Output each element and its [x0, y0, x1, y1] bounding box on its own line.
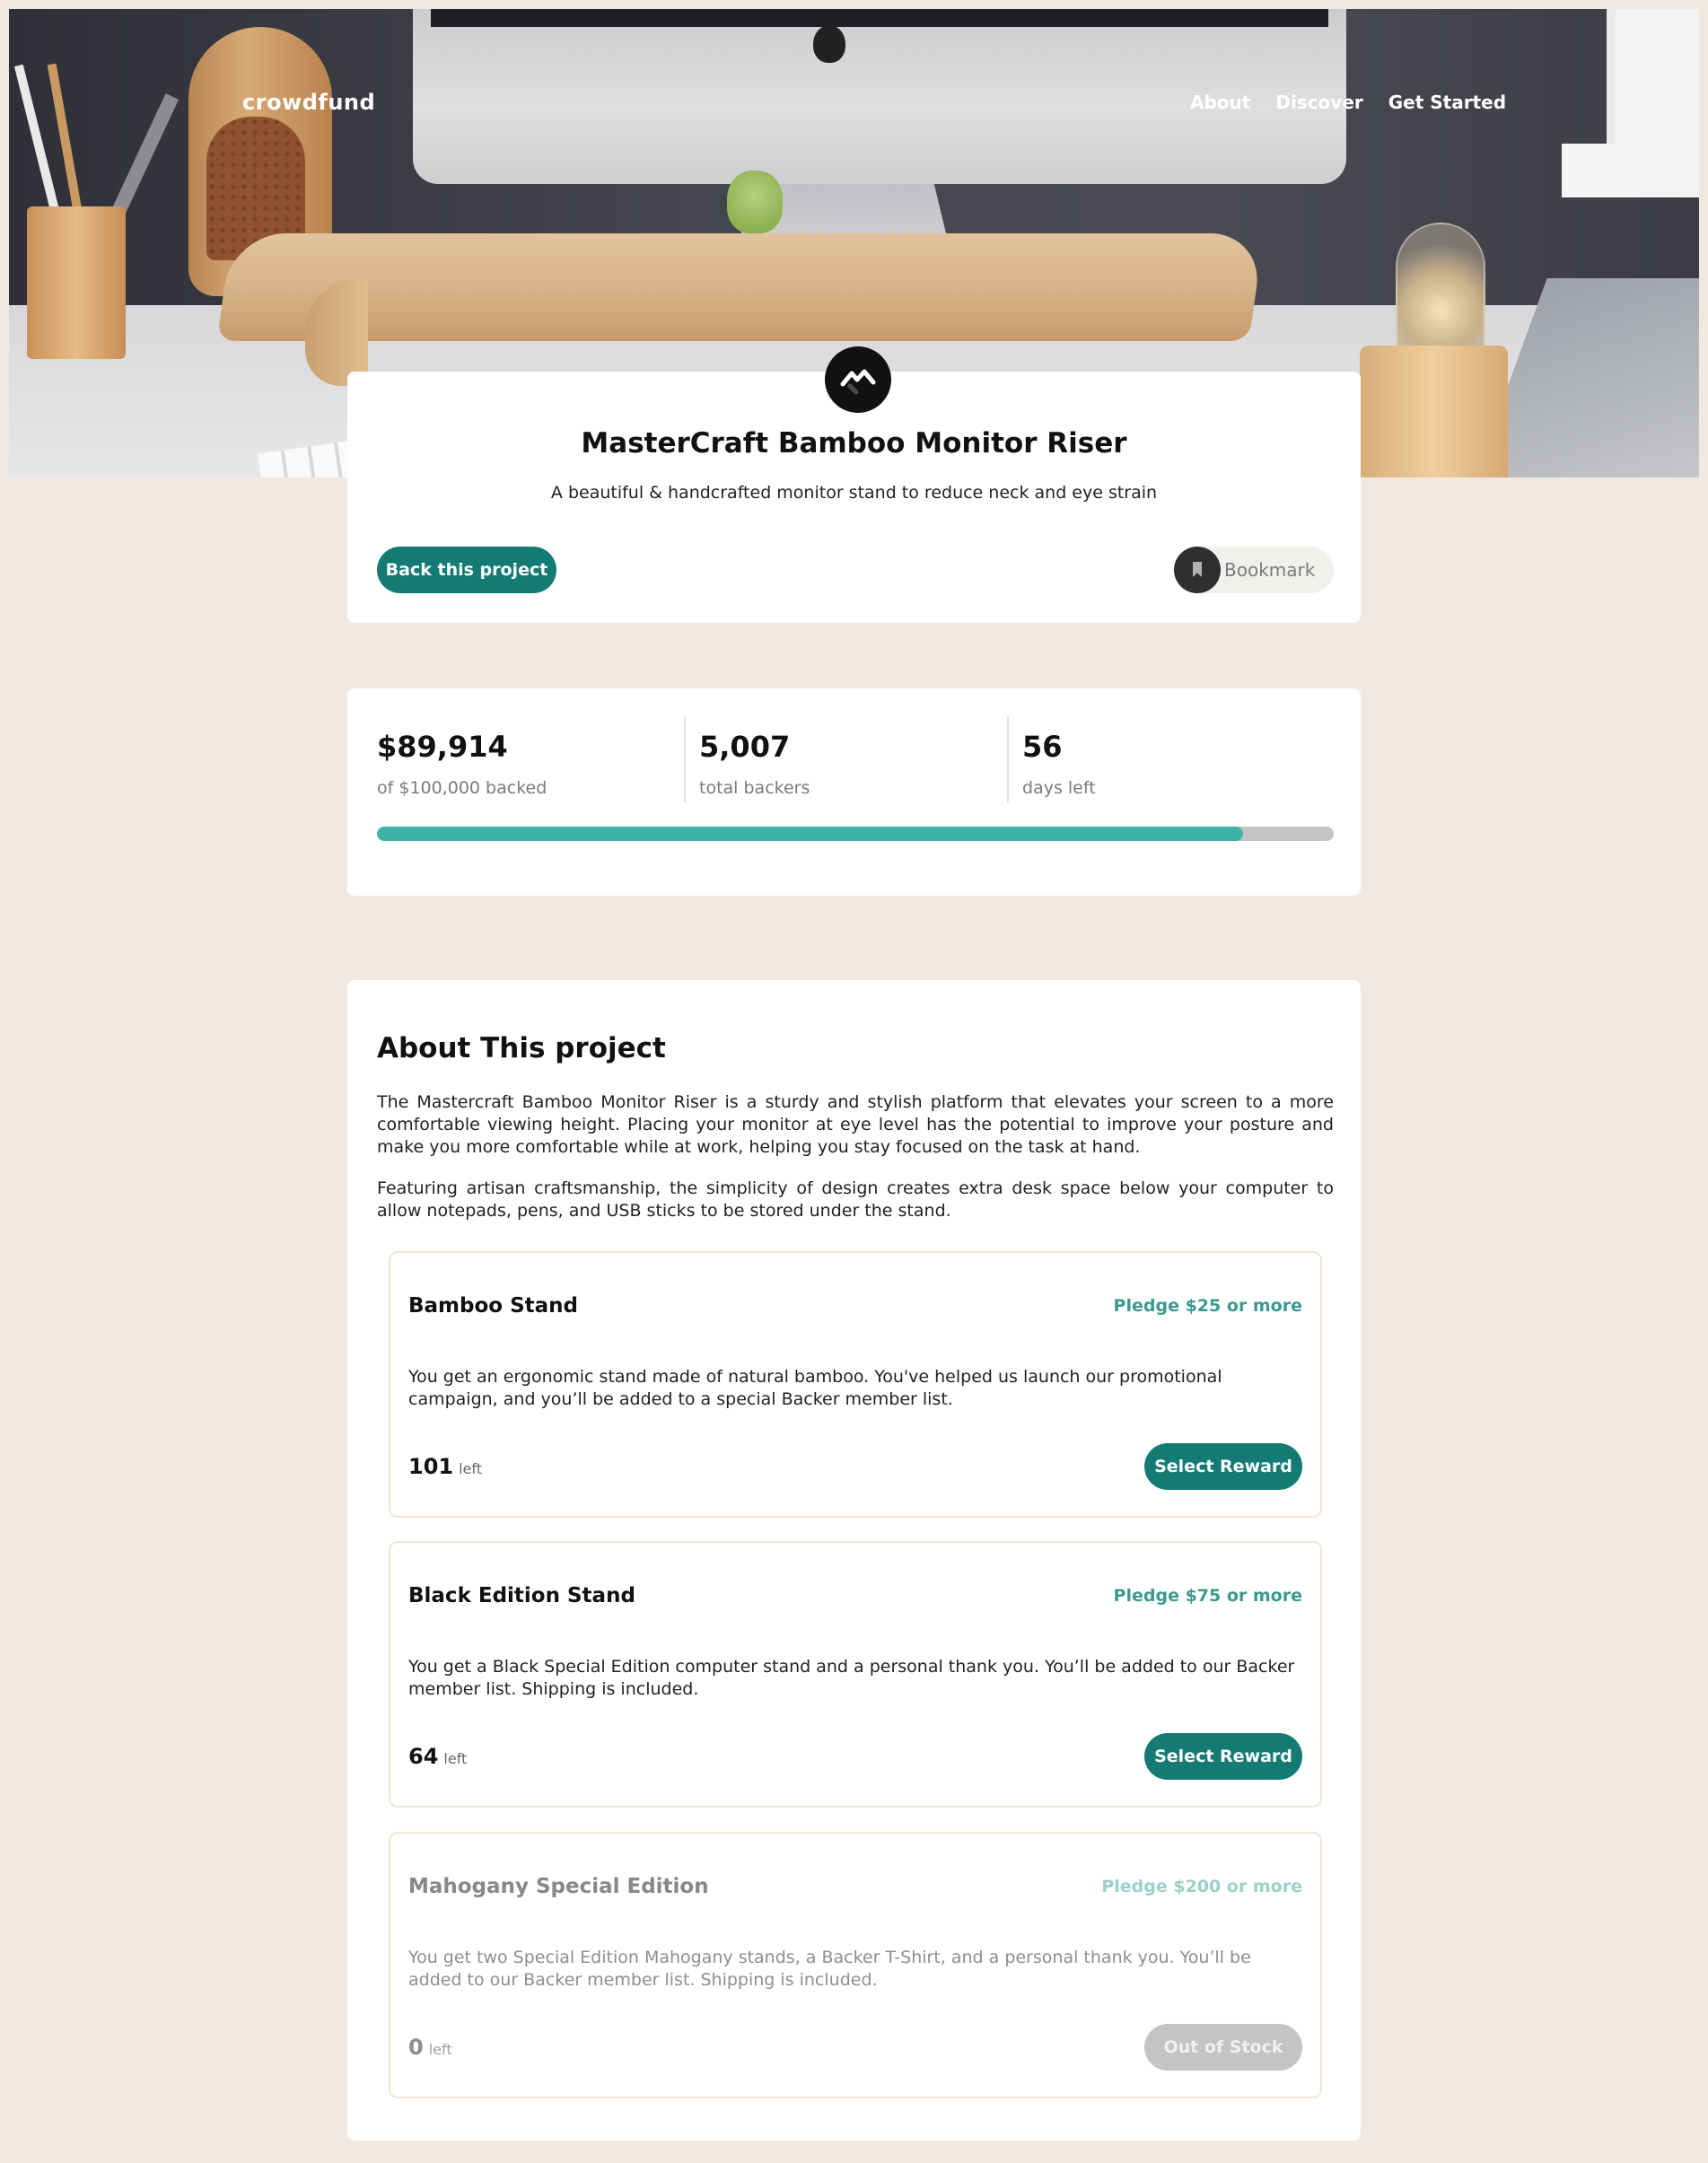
reward-card-bamboo: Bamboo Stand Pledge $25 or more You get …	[389, 1251, 1322, 1518]
select-reward-button[interactable]: Select Reward	[1144, 1443, 1302, 1490]
stat-divider	[684, 717, 686, 802]
out-of-stock-button: Out of Stock	[1144, 2024, 1302, 2071]
apple-logo-icon	[813, 25, 845, 63]
bookmark-icon	[1174, 547, 1221, 593]
reward-name: Bamboo Stand	[408, 1294, 579, 1318]
about-card: About This project The Mastercraft Bambo…	[347, 980, 1361, 2141]
reward-stock: 64 left	[408, 1744, 467, 1769]
days-count: 56	[1022, 730, 1063, 764]
reward-stock-count: 0	[408, 2035, 424, 2060]
hero-lamp-base	[1360, 346, 1508, 477]
reward-stock-label: left	[443, 1750, 468, 1767]
hero-pencup	[27, 206, 126, 359]
funding-progress-bar	[377, 827, 1334, 841]
stat-divider	[1007, 717, 1009, 802]
hero-riser	[216, 233, 1265, 341]
reward-stock: 101 left	[408, 1454, 482, 1479]
bookmark-button[interactable]: Bookmark	[1174, 547, 1334, 593]
bookmark-label: Bookmark	[1224, 559, 1316, 581]
stat-backed: $89,914 of $100,000 backed	[377, 730, 547, 798]
reward-pledge: Pledge $200 or more	[1101, 1877, 1302, 1896]
reward-description: You get an ergonomic stand made of natur…	[408, 1367, 1222, 1409]
project-subtitle: A beautiful & handcrafted monitor stand …	[550, 483, 1158, 503]
reward-stock-count: 101	[408, 1454, 454, 1479]
reward-name: Black Edition Stand	[408, 1584, 635, 1607]
reward-card-mahogany: Mahogany Special Edition Pledge $200 or …	[389, 1832, 1322, 2098]
reward-description: You get two Special Edition Mahogany sta…	[408, 1948, 1251, 1990]
reward-stock-label: left	[428, 2041, 452, 2058]
backed-label: of $100,000 backed	[377, 778, 547, 798]
reward-stock: 0 left	[408, 2035, 452, 2060]
backers-count: 5,007	[699, 730, 791, 764]
nav-discover[interactable]: Discover	[1275, 92, 1362, 113]
stat-days: 56 days left	[1022, 730, 1096, 798]
reward-stock-count: 64	[408, 1744, 439, 1769]
hero-shelf	[1562, 144, 1699, 197]
back-project-button[interactable]: Back this project	[377, 547, 556, 593]
reward-pledge: Pledge $75 or more	[1113, 1586, 1302, 1606]
stats-card: $89,914 of $100,000 backed 5,007 total b…	[347, 688, 1361, 896]
project-title: MasterCraft Bamboo Monitor Riser	[581, 427, 1127, 460]
hero-figurine	[727, 171, 783, 233]
hero-window	[1607, 9, 1699, 144]
reward-stock-label: left	[459, 1460, 483, 1477]
hero-monitor-screen	[431, 9, 1328, 27]
about-title: About This project	[377, 1032, 666, 1064]
project-intro-card: MasterCraft Bamboo Monitor Riser A beaut…	[347, 346, 1361, 623]
reward-description: You get a Black Special Edition computer…	[408, 1657, 1295, 1699]
backed-amount: $89,914	[377, 730, 508, 764]
mastercraft-logo-icon	[825, 346, 891, 413]
reward-card-black: Black Edition Stand Pledge $75 or more Y…	[389, 1541, 1322, 1808]
main-nav: About Discover Get Started	[1190, 92, 1506, 113]
site-logo[interactable]: crowdfund	[242, 90, 375, 115]
days-label: days left	[1022, 778, 1096, 798]
reward-pledge: Pledge $25 or more	[1113, 1296, 1302, 1316]
funding-progress-fill	[377, 827, 1243, 841]
about-paragraph: Featuring artisan craftsmanship, the sim…	[377, 1178, 1334, 1221]
backers-label: total backers	[699, 778, 810, 798]
about-paragraph: The Mastercraft Bamboo Monitor Riser is …	[377, 1092, 1334, 1157]
select-reward-button[interactable]: Select Reward	[1144, 1733, 1302, 1780]
nav-get-started[interactable]: Get Started	[1388, 92, 1506, 113]
nav-about[interactable]: About	[1190, 92, 1250, 113]
stat-backers: 5,007 total backers	[699, 730, 810, 798]
reward-name: Mahogany Special Edition	[408, 1875, 709, 1898]
